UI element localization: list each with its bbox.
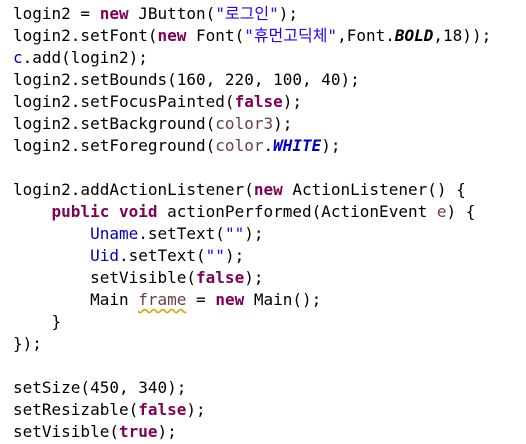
code-token: ,18)); bbox=[433, 26, 492, 45]
code-line: public void actionPerformed(ActionEvent … bbox=[13, 201, 476, 223]
code-line: Uname.setText(""); bbox=[13, 223, 263, 245]
static-constant-token: BOLD bbox=[394, 26, 434, 45]
code-token: ); bbox=[273, 114, 293, 133]
code-token: setVisible( bbox=[13, 422, 119, 441]
code-token: = bbox=[186, 290, 216, 309]
code-token: ); bbox=[282, 92, 302, 111]
code-line: login2.setFocusPainted(false); bbox=[13, 91, 302, 113]
code-token: login2.setFont( bbox=[13, 26, 158, 45]
code-line: setSize(450, 340); bbox=[13, 377, 186, 399]
code-line: Main frame = new Main(); bbox=[13, 289, 321, 311]
string-literal: "로그인" bbox=[215, 4, 279, 23]
code-token: ) { bbox=[446, 202, 476, 221]
keyword-token: false bbox=[138, 400, 187, 419]
code-token: login2.setBackground( bbox=[13, 114, 216, 133]
code-token: ); bbox=[186, 400, 206, 419]
code-line: setResizable(false); bbox=[13, 399, 206, 421]
string-literal: "" bbox=[205, 246, 225, 265]
local-variable-token: color bbox=[215, 136, 264, 155]
code-line: }); bbox=[13, 333, 42, 355]
code-token: login2.setForeground( bbox=[13, 136, 216, 155]
keyword-token: public bbox=[51, 202, 110, 221]
code-token: JButton( bbox=[128, 4, 216, 23]
code-line: } bbox=[13, 311, 62, 333]
field-token: c bbox=[13, 48, 23, 67]
keyword-token: new bbox=[253, 180, 283, 199]
code-line: login2.addActionListener(new ActionListe… bbox=[13, 179, 466, 201]
code-line: setVisible(true); bbox=[13, 421, 177, 443]
keyword-token: true bbox=[118, 422, 158, 441]
code-token: login2.addActionListener( bbox=[13, 180, 254, 199]
string-literal: "휴먼고딕체" bbox=[244, 26, 338, 45]
code-line: login2.setFont(new Font("휴먼고딕체",Font.BOL… bbox=[13, 25, 491, 47]
code-token: Main(); bbox=[244, 290, 322, 309]
keyword-token: new bbox=[157, 26, 187, 45]
code-token: setResizable( bbox=[13, 400, 139, 419]
code-line: login2.setForeground(color.WHITE); bbox=[13, 135, 341, 157]
local-variable-token: e bbox=[436, 202, 447, 221]
code-token: .setText( bbox=[138, 224, 225, 243]
string-literal: "" bbox=[224, 224, 245, 243]
code-line: setVisible(false); bbox=[13, 267, 263, 289]
code-token: Main bbox=[13, 290, 139, 309]
keyword-token: false bbox=[196, 268, 245, 287]
keyword-token: false bbox=[234, 92, 283, 111]
code-token: ); bbox=[157, 422, 177, 441]
code-line: login2 = new JButton("로그인"); bbox=[13, 3, 298, 25]
code-token: .add(login2); bbox=[22, 48, 148, 67]
code-token: setVisible( bbox=[13, 268, 197, 287]
keyword-token: new bbox=[215, 290, 245, 309]
field-token: Uname bbox=[90, 224, 139, 243]
code-token: login2.setFocusPainted( bbox=[13, 92, 235, 111]
code-token: login2.setBounds(160, 220, 100, 40); bbox=[13, 70, 360, 89]
code-token: ); bbox=[244, 268, 264, 287]
code-token: }); bbox=[13, 334, 42, 353]
code-token: . bbox=[263, 136, 274, 155]
keyword-token: void bbox=[118, 202, 158, 221]
local-variable-token: color3 bbox=[215, 114, 274, 133]
static-field-token: WHITE bbox=[273, 136, 322, 155]
code-token: setSize(450, 340); bbox=[13, 378, 187, 397]
code-line: c.add(login2); bbox=[13, 47, 148, 69]
code-token: ); bbox=[224, 246, 245, 265]
field-token: Uid bbox=[90, 246, 119, 265]
code-token: actionPerformed(ActionEvent bbox=[157, 202, 437, 221]
code-token: ); bbox=[244, 224, 264, 243]
code-line: login2.setBounds(160, 220, 100, 40); bbox=[13, 69, 360, 91]
keyword-token: new bbox=[99, 4, 129, 23]
code-token: ,Font. bbox=[337, 26, 395, 45]
code-token: Font( bbox=[186, 26, 245, 45]
code-line: login2.setBackground(color3); bbox=[13, 113, 292, 135]
code-token: ); bbox=[278, 4, 299, 23]
code-token: ActionListener() { bbox=[282, 180, 466, 199]
code-token: login2 = bbox=[13, 4, 100, 23]
unused-variable-token: frame bbox=[138, 290, 187, 309]
code-line: Uid.setText(""); bbox=[13, 245, 244, 267]
code-editor[interactable]: login2 = new JButton("로그인"); login2.setFo… bbox=[0, 0, 526, 444]
code-token: .setText( bbox=[118, 246, 206, 265]
code-token: ); bbox=[321, 136, 341, 155]
code-token: } bbox=[13, 312, 62, 331]
